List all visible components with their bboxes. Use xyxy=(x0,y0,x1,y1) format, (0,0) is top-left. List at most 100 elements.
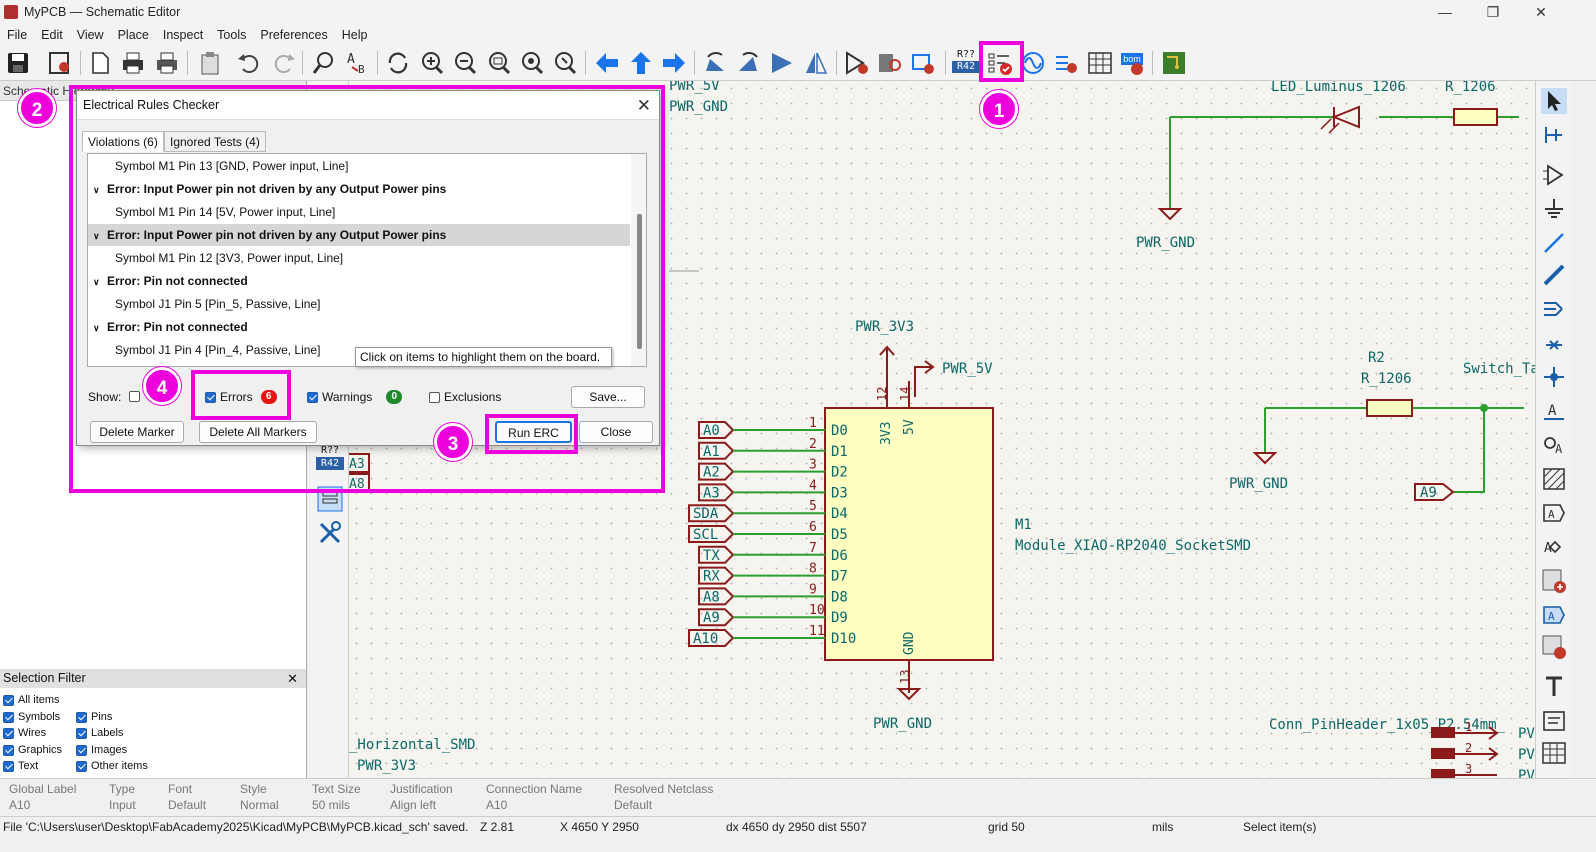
bom-icon[interactable]: bom xyxy=(1119,49,1147,77)
rotate-ccw-icon[interactable] xyxy=(702,49,730,77)
prop-value-justification: Align left xyxy=(390,798,437,812)
add-bus-icon[interactable] xyxy=(1540,261,1568,289)
menu-preferences[interactable]: Preferences xyxy=(253,28,334,42)
refresh-icon[interactable] xyxy=(384,49,412,77)
bottom-pwr-3v3-label: PWR_3V3 xyxy=(357,758,416,774)
menu-file[interactable]: File xyxy=(0,28,34,42)
right-toolbar: A A A A A xyxy=(1535,81,1571,778)
menu-place[interactable]: Place xyxy=(111,28,156,42)
menu-inspect[interactable]: Inspect xyxy=(156,28,210,42)
fields-table-icon[interactable] xyxy=(1086,49,1114,77)
m1-pin-name: D7 xyxy=(831,569,848,585)
m1-pin-name: D10 xyxy=(831,631,856,647)
redo-icon[interactable] xyxy=(270,49,298,77)
highlight-net-icon[interactable] xyxy=(1540,121,1568,149)
add-textbox-icon[interactable] xyxy=(1540,707,1568,735)
add-junction-icon[interactable] xyxy=(1540,363,1568,391)
add-text-icon[interactable] xyxy=(1540,673,1568,701)
plot-icon[interactable] xyxy=(153,49,181,77)
mirror-v-icon[interactable] xyxy=(768,49,796,77)
add-symbol-icon[interactable] xyxy=(1540,161,1568,189)
find-replace-icon[interactable]: AB xyxy=(344,49,372,77)
zoom-in-icon[interactable] xyxy=(418,49,446,77)
selection-filter-header: Selection Filter ✕ xyxy=(0,669,306,688)
close-window-button[interactable]: ✕ xyxy=(1518,0,1564,24)
prop-value-type: Input xyxy=(109,798,136,812)
minimize-button[interactable]: — xyxy=(1422,0,1468,24)
annotate-icon[interactable]: R?? R42 xyxy=(952,49,980,77)
menu-help[interactable]: Help xyxy=(335,28,375,42)
add-wire-icon[interactable] xyxy=(1540,229,1568,257)
resistor-top[interactable] xyxy=(1453,108,1498,126)
prop-value-connection-name: A10 xyxy=(486,798,508,812)
add-power-icon[interactable] xyxy=(1540,195,1568,223)
status-zoom: Z 2.81 xyxy=(480,820,515,834)
add-netclass-icon[interactable]: A xyxy=(1540,431,1568,459)
bus-icon[interactable] xyxy=(1052,49,1080,77)
status-file: File 'C:\Users\user\Desktop\FabAcademy20… xyxy=(3,820,469,834)
add-sheet-icon[interactable] xyxy=(1540,567,1568,595)
filter-pins[interactable]: Pins xyxy=(76,711,112,723)
footprint-assign-icon[interactable] xyxy=(909,49,937,77)
navigate-forward-icon[interactable] xyxy=(660,49,688,77)
add-rule-area-icon[interactable] xyxy=(1540,465,1568,493)
symbol-browser-icon[interactable] xyxy=(876,49,904,77)
add-hier-label-icon[interactable]: A xyxy=(1540,533,1568,561)
navigate-back-icon[interactable] xyxy=(593,49,621,77)
resistor-r2[interactable] xyxy=(1366,399,1413,417)
pin-gnd-name: GND xyxy=(902,631,917,655)
add-label-icon[interactable]: A xyxy=(1540,397,1568,425)
menu-tools[interactable]: Tools xyxy=(210,28,253,42)
callout-3: 3 xyxy=(434,423,472,461)
no-connect-icon[interactable] xyxy=(1540,331,1568,359)
filter-other-items[interactable]: Other items xyxy=(76,760,148,772)
zoom-fit-icon[interactable] xyxy=(485,49,513,77)
navigate-up-icon[interactable] xyxy=(627,49,655,77)
find-icon[interactable] xyxy=(310,49,338,77)
menu-view[interactable]: View xyxy=(70,28,111,42)
filter-labels[interactable]: Labels xyxy=(76,727,123,739)
filter-pins-label: Pins xyxy=(91,711,113,723)
page-settings-icon[interactable] xyxy=(86,49,114,77)
add-table-icon[interactable] xyxy=(1540,739,1568,767)
add-bus-entry-icon[interactable] xyxy=(1540,295,1568,323)
import-sheet-pin-icon[interactable] xyxy=(1540,633,1568,661)
add-sheet-pin-icon[interactable]: A xyxy=(1540,601,1568,629)
filter-wires-label: Wires xyxy=(18,727,47,739)
add-global-label-icon[interactable]: A xyxy=(1540,499,1568,527)
m1-symbol-body[interactable] xyxy=(824,407,994,661)
paste-icon[interactable] xyxy=(196,49,224,77)
filter-wires[interactable]: Wires xyxy=(3,727,46,739)
mirror-h-icon[interactable] xyxy=(802,49,830,77)
filter-all-items[interactable]: All items xyxy=(3,694,60,706)
m1-net-label-text: SCL xyxy=(693,527,718,543)
led-symbol[interactable] xyxy=(1320,105,1360,134)
rotate-cw-icon[interactable] xyxy=(735,49,763,77)
pcb-editor-icon[interactable] xyxy=(1160,49,1188,77)
zoom-tool-icon[interactable] xyxy=(551,49,579,77)
undo-icon[interactable] xyxy=(235,49,263,77)
zoom-out-icon[interactable] xyxy=(451,49,479,77)
connector-pins[interactable] xyxy=(1431,726,1499,778)
save-icon[interactable] xyxy=(4,49,32,77)
zoom-objects-icon[interactable] xyxy=(518,49,546,77)
label-pwr-gnd-top: PWR_GND xyxy=(669,99,728,115)
filter-images[interactable]: Images xyxy=(76,744,127,756)
prop-header-resolved-netclass: Resolved Netclass xyxy=(614,782,714,796)
print-icon[interactable] xyxy=(119,49,147,77)
selection-filter-close-icon[interactable]: ✕ xyxy=(287,669,298,688)
pwr-5v-label: PWR_5V xyxy=(942,361,993,377)
conn-pin-1: 1 xyxy=(1465,720,1472,734)
select-tool-icon[interactable] xyxy=(1540,87,1568,115)
maximize-button[interactable]: ❐ xyxy=(1470,0,1516,24)
filter-graphics[interactable]: Graphics xyxy=(3,744,62,756)
filter-text[interactable]: Text xyxy=(3,760,38,772)
svg-text:A: A xyxy=(1548,403,1557,419)
symbol-editor-icon[interactable] xyxy=(843,49,871,77)
filter-symbols[interactable]: Symbols xyxy=(3,711,60,723)
schematic-setup-icon[interactable] xyxy=(46,49,74,77)
properties-tools-icon[interactable] xyxy=(316,519,344,547)
svg-text:A: A xyxy=(1555,442,1563,456)
menu-edit[interactable]: Edit xyxy=(34,28,70,42)
prop-header-type: Type xyxy=(109,782,136,796)
